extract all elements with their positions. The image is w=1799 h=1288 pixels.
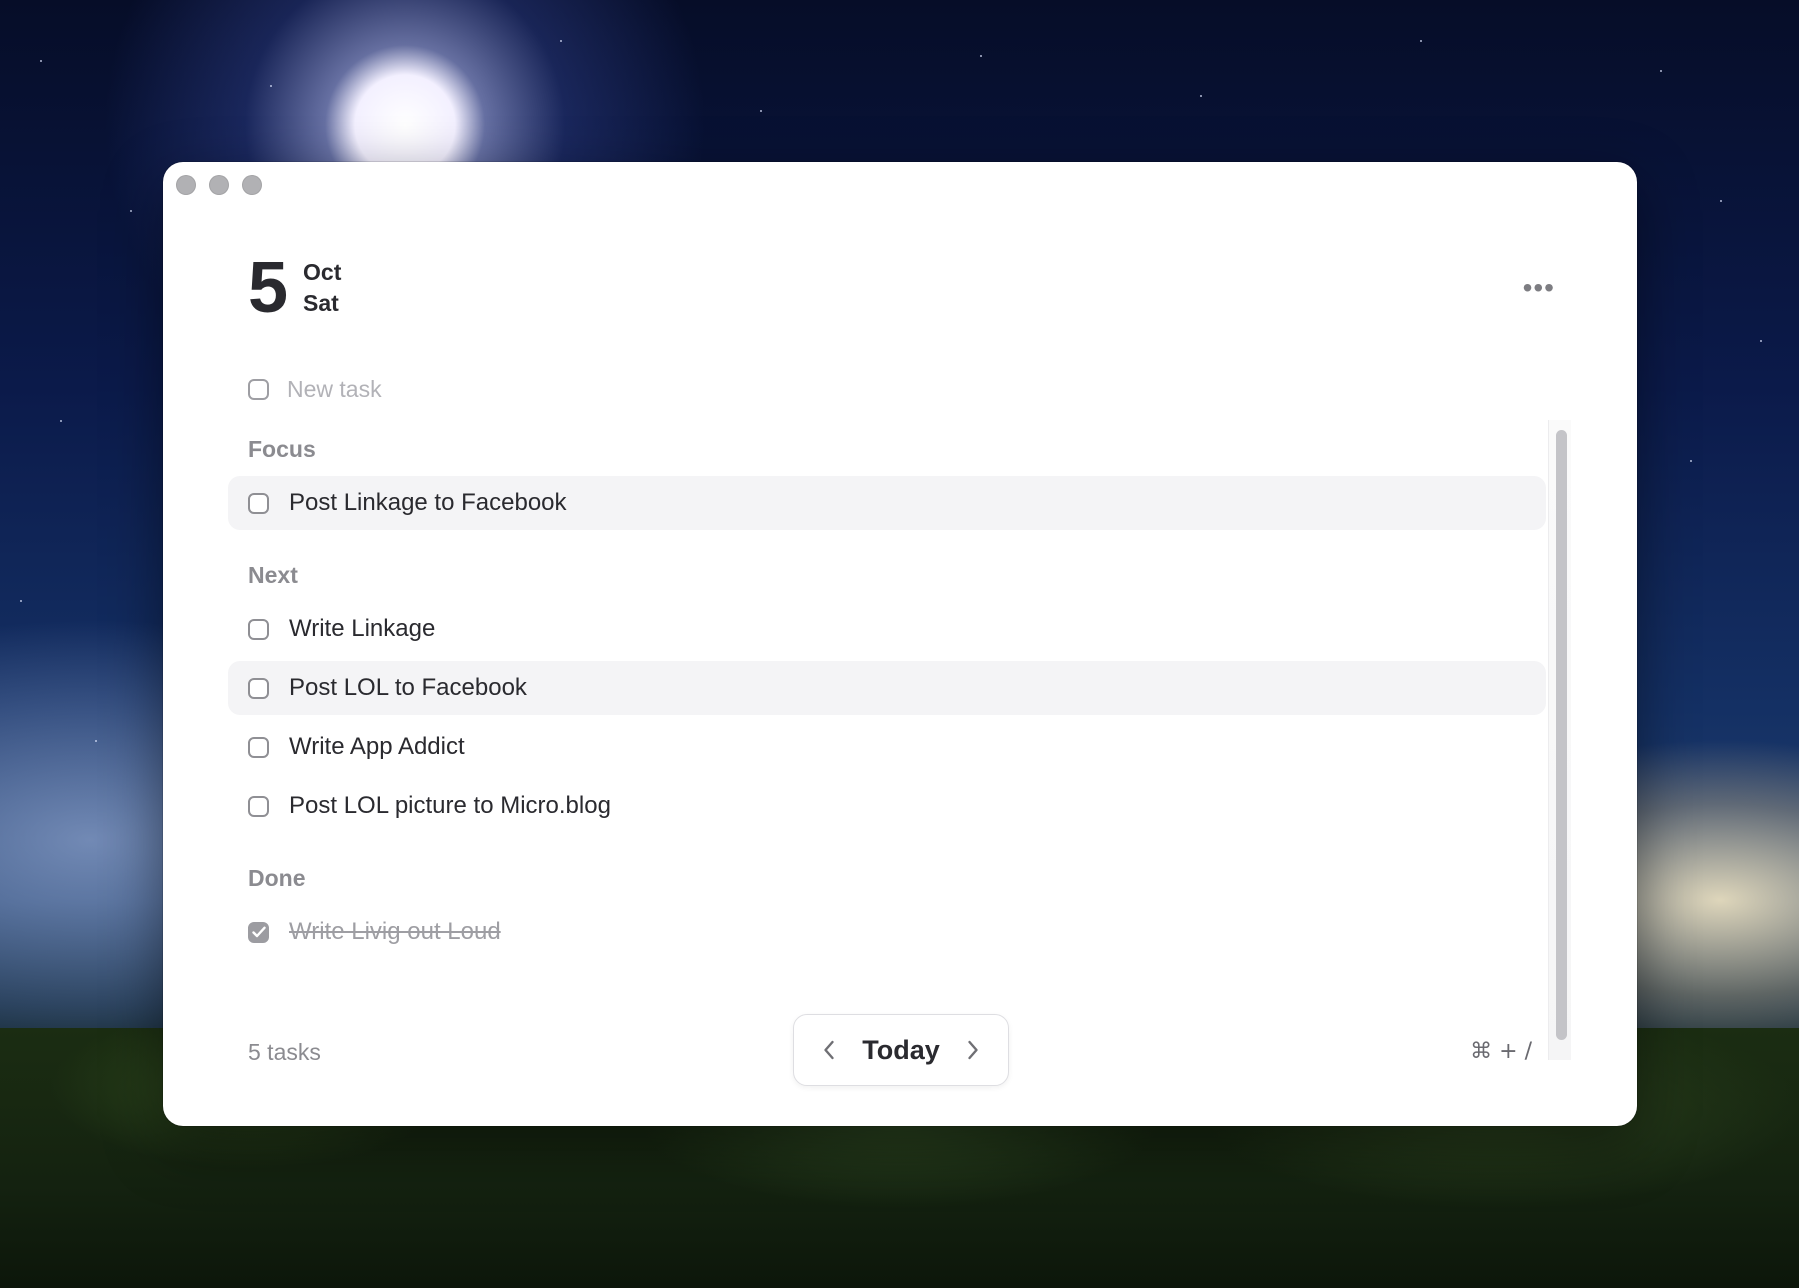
task-label: Post LOL picture to Micro.blog bbox=[289, 792, 611, 819]
new-task-checkbox bbox=[248, 378, 269, 400]
next-day-button[interactable] bbox=[960, 1035, 986, 1065]
section-title-done: Done bbox=[248, 865, 306, 891]
task-label: Write Linkage bbox=[289, 615, 436, 642]
minimize-icon[interactable] bbox=[209, 175, 229, 195]
weekday-label: Sat bbox=[303, 290, 339, 316]
app-window: 5 Oct Sat ••• Focus Post Linkage to Face… bbox=[163, 162, 1637, 1126]
task-checkbox[interactable] bbox=[248, 795, 269, 817]
month-label: Oct bbox=[303, 259, 342, 285]
task-row[interactable]: Post LOL picture to Micro.blog bbox=[228, 779, 1546, 833]
scrollbar[interactable] bbox=[1548, 420, 1571, 1060]
close-icon[interactable] bbox=[176, 175, 196, 195]
task-label: Post Linkage to Facebook bbox=[289, 489, 567, 516]
task-label: Post LOL to Facebook bbox=[289, 674, 527, 701]
task-label: Write App Addict bbox=[289, 733, 465, 760]
task-checkbox-checked[interactable] bbox=[248, 921, 269, 943]
ellipsis-icon: ••• bbox=[1522, 272, 1555, 303]
more-options-button[interactable]: ••• bbox=[1523, 274, 1555, 302]
task-checkbox[interactable] bbox=[248, 736, 269, 758]
window-controls bbox=[176, 175, 262, 195]
today-button[interactable]: Today bbox=[862, 1035, 940, 1066]
new-task-row bbox=[248, 369, 687, 409]
previous-day-button[interactable] bbox=[816, 1035, 842, 1065]
task-checkbox[interactable] bbox=[248, 492, 269, 514]
section-title-focus: Focus bbox=[248, 436, 316, 462]
task-label: Write Livig out Loud bbox=[289, 918, 501, 945]
section-title-next: Next bbox=[248, 562, 298, 588]
task-row-done[interactable]: Write Livig out Loud bbox=[228, 905, 1546, 959]
task-count: 5 tasks bbox=[248, 1039, 321, 1065]
keyboard-shortcut-hint[interactable]: ⌘ + / bbox=[1470, 1037, 1532, 1067]
date-header: 5 Oct Sat bbox=[248, 252, 341, 324]
task-row[interactable]: Write Linkage bbox=[228, 602, 1546, 656]
task-row[interactable]: Write App Addict bbox=[228, 720, 1546, 774]
day-navigator: Today bbox=[793, 1014, 1009, 1086]
task-row[interactable]: Post LOL to Facebook bbox=[228, 661, 1546, 715]
new-task-input[interactable] bbox=[287, 375, 687, 403]
checkmark-icon bbox=[251, 926, 266, 938]
day-number: 5 bbox=[248, 248, 288, 328]
chevron-right-icon bbox=[968, 1040, 978, 1060]
task-checkbox[interactable] bbox=[248, 677, 269, 699]
task-checkbox[interactable] bbox=[248, 618, 269, 640]
chevron-left-icon bbox=[824, 1040, 834, 1060]
zoom-icon[interactable] bbox=[242, 175, 262, 195]
task-list: Focus Post Linkage to Facebook Next Writ… bbox=[228, 422, 1546, 964]
month-weekday: Oct Sat bbox=[303, 257, 341, 319]
task-row[interactable]: Post Linkage to Facebook bbox=[228, 476, 1546, 530]
scrollbar-thumb[interactable] bbox=[1556, 430, 1567, 1040]
